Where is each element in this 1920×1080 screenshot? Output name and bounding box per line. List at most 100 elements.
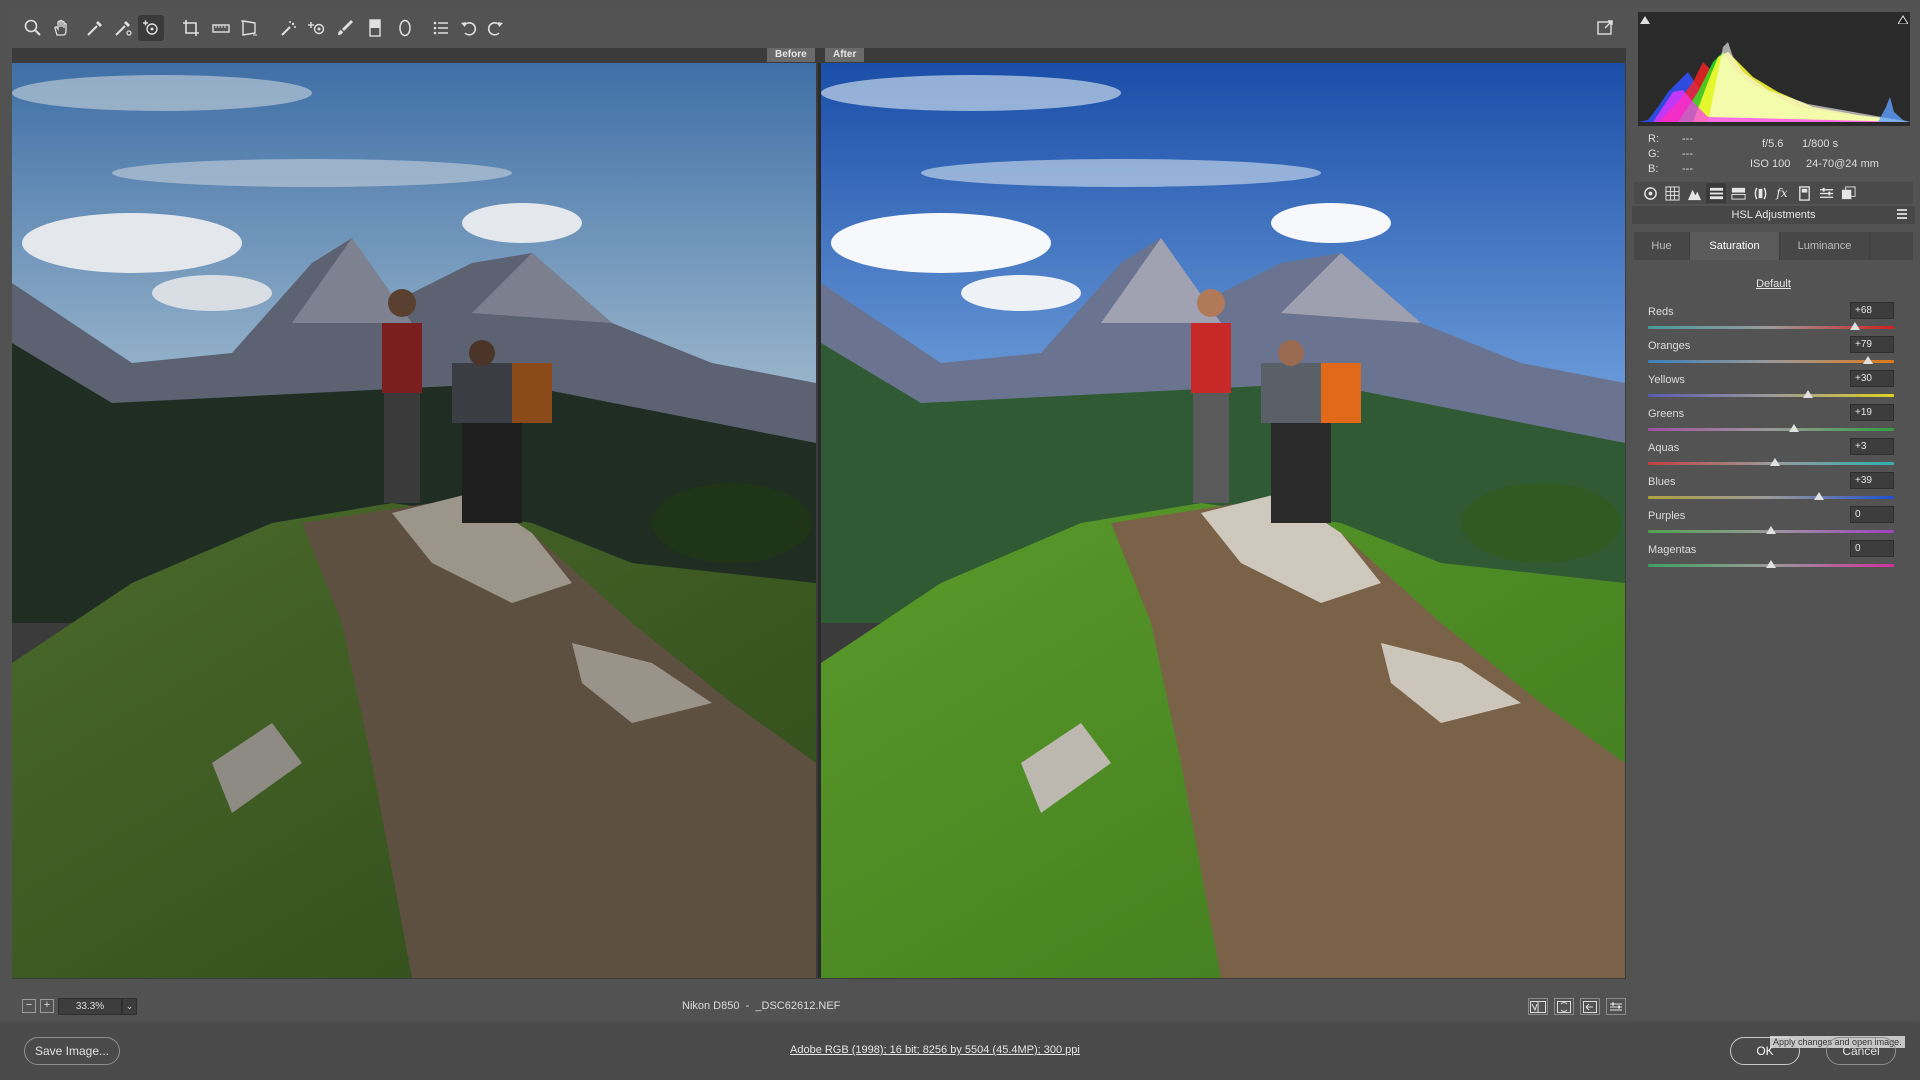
r-label: R: xyxy=(1648,133,1659,145)
slider-value-input[interactable]: +3 xyxy=(1850,438,1894,455)
swap-settings-icon[interactable] xyxy=(1554,998,1574,1015)
preview-area: Before After xyxy=(12,48,1626,979)
slider-label: Blues xyxy=(1648,476,1676,488)
fullscreen-icon[interactable] xyxy=(1592,15,1618,41)
slider-thumb[interactable] xyxy=(1863,356,1874,364)
adjustment-brush-icon[interactable] xyxy=(332,15,358,41)
white-balance-tool-icon[interactable] xyxy=(82,15,108,41)
slider-reds[interactable]: Reds +68 xyxy=(1648,302,1894,336)
tab-hue[interactable]: Hue xyxy=(1634,232,1690,260)
slider-track[interactable] xyxy=(1648,394,1894,397)
slider-thumb[interactable] xyxy=(1766,526,1776,534)
slider-blues[interactable]: Blues +39 xyxy=(1648,472,1894,506)
right-panel: R: --- G: --- B: --- f/5.6 1/800 s ISO 100 24… xyxy=(1632,8,1915,1020)
slider-label: Purples xyxy=(1648,510,1686,522)
hsl-panel-icon[interactable] xyxy=(1706,183,1726,203)
view-mode-icons xyxy=(1528,998,1626,1015)
zoom-tool-icon[interactable] xyxy=(20,15,46,41)
lens-corrections-icon[interactable] xyxy=(1750,183,1770,203)
slider-value-input[interactable]: +30 xyxy=(1850,370,1894,387)
toggle-settings-icon[interactable] xyxy=(1606,998,1626,1015)
default-link[interactable]: Default xyxy=(1632,278,1915,290)
histogram xyxy=(1638,12,1910,126)
crop-tool-icon[interactable] xyxy=(178,15,204,41)
iso: ISO 100 xyxy=(1750,158,1791,170)
shadow-clipping-icon[interactable] xyxy=(1640,14,1650,24)
slider-thumb[interactable] xyxy=(1769,458,1780,466)
slider-thumb[interactable] xyxy=(1789,424,1800,432)
exif-info: f/5.6 1/800 s ISO 100 24-70@24 mm xyxy=(1750,134,1879,174)
zoom-out-button[interactable]: − xyxy=(22,999,36,1013)
slider-value-input[interactable]: +19 xyxy=(1850,404,1894,421)
snapshots-icon[interactable] xyxy=(1838,183,1858,203)
tab-luminance[interactable]: Luminance xyxy=(1780,232,1870,260)
radial-filter-icon[interactable] xyxy=(392,15,418,41)
b-value: --- xyxy=(1682,163,1693,175)
tone-curve-icon[interactable] xyxy=(1662,183,1682,203)
slider-magentas[interactable]: Magentas 0 xyxy=(1648,540,1894,574)
basic-panel-icon[interactable] xyxy=(1640,183,1660,203)
transform-tool-icon[interactable] xyxy=(236,15,262,41)
toolbar xyxy=(12,8,1626,48)
preferences-list-icon[interactable] xyxy=(428,15,454,41)
slider-value-input[interactable]: 0 xyxy=(1850,506,1894,523)
panel-menu-icon[interactable] xyxy=(1897,209,1907,219)
shutter-speed: 1/800 s xyxy=(1802,138,1839,150)
zoom-level[interactable]: 33.3% xyxy=(58,998,122,1015)
file-separator: - xyxy=(745,1000,750,1012)
spot-removal-tool-icon[interactable] xyxy=(276,15,302,41)
b-label: B: xyxy=(1648,163,1659,175)
hand-tool-icon[interactable] xyxy=(48,15,74,41)
color-sampler-tool-icon[interactable] xyxy=(110,15,136,41)
bottom-bar: Save Image... Adobe RGB (1998); 16 bit; … xyxy=(0,1022,1920,1080)
g-value: --- xyxy=(1682,148,1693,160)
rotate-right-icon[interactable] xyxy=(482,15,508,41)
slider-value-input[interactable]: +79 xyxy=(1850,336,1894,353)
slider-track[interactable] xyxy=(1648,360,1894,363)
before-label: Before xyxy=(767,48,815,62)
save-image-button[interactable]: Save Image... xyxy=(24,1037,120,1065)
slider-greens[interactable]: Greens +19 xyxy=(1648,404,1894,438)
presets-icon[interactable] xyxy=(1816,183,1836,203)
rgb-readout: R: --- G: --- B: --- xyxy=(1648,132,1716,177)
slider-label: Magentas xyxy=(1648,544,1697,556)
slider-value-input[interactable]: +68 xyxy=(1850,302,1894,319)
red-eye-tool-icon[interactable] xyxy=(304,15,330,41)
slider-value-input[interactable]: 0 xyxy=(1850,540,1894,557)
slider-track[interactable] xyxy=(1648,428,1894,431)
after-image[interactable] xyxy=(821,63,1625,978)
slider-value-input[interactable]: +39 xyxy=(1850,472,1894,489)
straighten-tool-icon[interactable] xyxy=(208,15,234,41)
detail-icon[interactable] xyxy=(1684,183,1704,203)
tab-saturation[interactable]: Saturation xyxy=(1690,232,1780,260)
zoom-dropdown[interactable]: ⌄ xyxy=(122,998,137,1015)
slider-yellows[interactable]: Yellows +30 xyxy=(1648,370,1894,404)
effects-icon[interactable]: fx xyxy=(1772,183,1792,203)
slider-purples[interactable]: Purples 0 xyxy=(1648,506,1894,540)
slider-label: Aquas xyxy=(1648,442,1680,454)
slider-aquas[interactable]: Aquas +3 xyxy=(1648,438,1894,472)
g-label: G: xyxy=(1648,148,1660,160)
workflow-options-link[interactable]: Adobe RGB (1998); 16 bit; 8256 by 5504 (… xyxy=(790,1044,1080,1056)
rotate-left-icon[interactable] xyxy=(456,15,482,41)
slider-thumb[interactable] xyxy=(1849,322,1860,330)
hsl-subtabs: Hue Saturation Luminance xyxy=(1634,232,1913,260)
graduated-filter-icon[interactable] xyxy=(362,15,388,41)
before-image[interactable] xyxy=(12,63,816,978)
split-toning-icon[interactable] xyxy=(1728,183,1748,203)
slider-thumb[interactable] xyxy=(1802,390,1813,398)
cancel-button[interactable]: Cancel xyxy=(1826,1037,1896,1065)
panel-tab-strip: fx xyxy=(1634,182,1913,204)
targeted-adjustment-tool-icon[interactable] xyxy=(138,15,164,41)
slider-thumb[interactable] xyxy=(1766,560,1776,568)
slider-track[interactable] xyxy=(1648,496,1894,499)
copy-settings-icon[interactable] xyxy=(1580,998,1600,1015)
slider-thumb[interactable] xyxy=(1813,492,1824,500)
before-after-toggle-icon[interactable] xyxy=(1528,998,1548,1015)
r-value: --- xyxy=(1682,133,1693,145)
slider-oranges[interactable]: Oranges +79 xyxy=(1648,336,1894,370)
after-label: After xyxy=(825,48,865,62)
camera-calibration-icon[interactable] xyxy=(1794,183,1814,203)
zoom-in-button[interactable]: + xyxy=(40,999,54,1013)
highlight-clipping-icon[interactable] xyxy=(1898,14,1908,24)
